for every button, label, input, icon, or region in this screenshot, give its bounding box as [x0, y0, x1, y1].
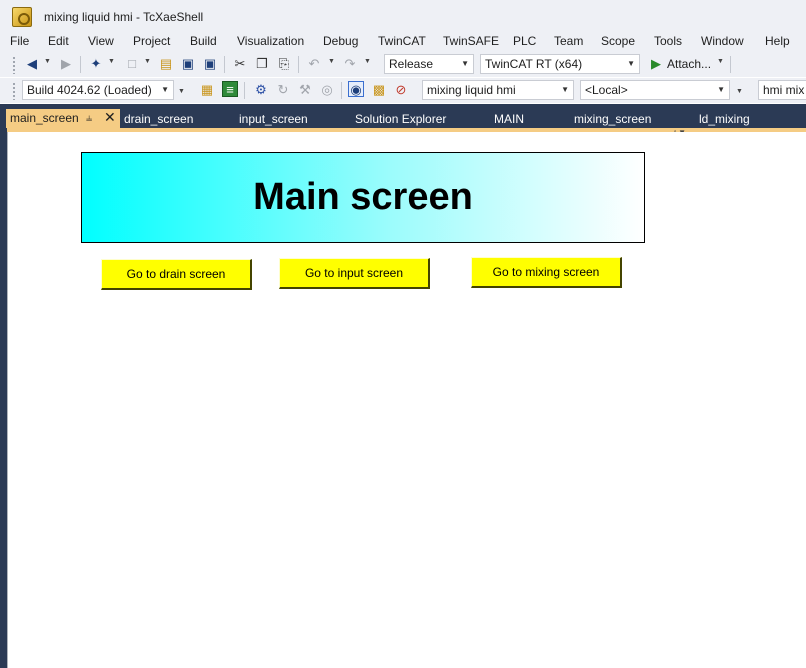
- platform-value: TwinCAT RT (x64): [485, 57, 583, 71]
- configuration-value: Release: [389, 57, 434, 71]
- chevron-down-icon[interactable]: ▼: [44, 58, 51, 65]
- chevron-down-icon[interactable]: ▼: [328, 58, 335, 65]
- toolbar-separator: [80, 56, 81, 73]
- target-select[interactable]: <Local> ▼: [580, 80, 730, 100]
- chevron-down-icon: ▼: [627, 59, 635, 68]
- menu-plc[interactable]: PLC: [513, 34, 536, 48]
- back-icon[interactable]: ◀: [24, 56, 40, 72]
- app-icon: [12, 7, 32, 27]
- menu-bar: File Edit View Project Build Visualizati…: [0, 32, 806, 52]
- menu-view[interactable]: View: [88, 34, 114, 48]
- toolbar-grip[interactable]: [12, 82, 16, 100]
- chevron-down-icon: ▼: [461, 59, 469, 68]
- menu-team[interactable]: Team: [554, 34, 583, 48]
- target-browser-icon[interactable]: ▦: [199, 82, 215, 98]
- target-value: <Local>: [585, 83, 628, 97]
- save-icon[interactable]: ▣: [180, 56, 196, 72]
- restart-twincat-icon[interactable]: ⚙: [253, 82, 269, 98]
- configuration-select[interactable]: Release ▼: [384, 54, 474, 74]
- plc-project-select[interactable]: hmi mix: [758, 80, 806, 100]
- chevron-down-icon[interactable]: ▼: [108, 58, 115, 65]
- copy-icon[interactable]: ❐: [254, 56, 270, 72]
- main-screen-banner: Main screen: [81, 152, 645, 243]
- toolbar-separator: [298, 56, 299, 73]
- play-icon[interactable]: ▶: [648, 56, 664, 72]
- twincat-toolbar: Build 4024.62 (Loaded) ▼ ▼ ▦ ≡ ⚙ ↻ ⚒ ◎ ◉…: [0, 78, 806, 103]
- plc-project-value: hmi mix: [763, 83, 805, 97]
- toolbar-overflow-icon[interactable]: ▼: [178, 88, 185, 95]
- attach-button[interactable]: Attach...: [667, 57, 711, 71]
- redo-icon[interactable]: ↷: [342, 56, 358, 72]
- menu-edit[interactable]: Edit: [48, 34, 69, 48]
- new-project-icon[interactable]: ✦: [88, 56, 104, 72]
- toolbar-grip[interactable]: [12, 56, 16, 74]
- left-frame: [0, 128, 7, 668]
- standard-toolbar: ◀ ▼ ▶ ✦ ▼ □ ▼ ▤ ▣ ▣ ✂ ❐ ⎘ ↶ ▼ ↷ ▼ Releas…: [0, 52, 806, 77]
- menu-build[interactable]: Build: [190, 34, 217, 48]
- build-value: Build 4024.62 (Loaded): [27, 83, 152, 97]
- menu-window[interactable]: Window: [701, 34, 744, 48]
- activate-configuration-icon[interactable]: ≡: [222, 81, 238, 97]
- toolbar-separator: [730, 56, 731, 73]
- save-all-icon[interactable]: ▣: [202, 56, 218, 72]
- cut-icon[interactable]: ✂: [232, 56, 248, 72]
- choose-target-icon[interactable]: ▩: [371, 82, 387, 98]
- chevron-down-icon[interactable]: ▼: [364, 58, 371, 65]
- paste-icon[interactable]: ⎘: [276, 56, 292, 72]
- build-select[interactable]: Build 4024.62 (Loaded) ▼: [22, 80, 174, 100]
- toolbar-separator: [224, 56, 225, 73]
- document-tab-strip: main_screen ⫨ ✕ drain_screen input_scree…: [0, 104, 806, 132]
- pin-icon[interactable]: ⫨: [86, 109, 92, 127]
- chevron-down-icon[interactable]: ▼: [717, 58, 724, 65]
- menu-file[interactable]: File: [10, 34, 29, 48]
- chevron-down-icon: ▼: [161, 85, 169, 94]
- undo-icon[interactable]: ↶: [306, 56, 322, 72]
- go-to-drain-screen-button[interactable]: Go to drain screen: [101, 259, 252, 290]
- title-bar: mixing liquid hmi - TcXaeShell: [0, 0, 806, 32]
- scan-icon[interactable]: ◎: [319, 82, 335, 98]
- menu-visualization[interactable]: Visualization: [237, 34, 304, 48]
- forward-icon[interactable]: ▶: [58, 56, 74, 72]
- toolbar-overflow-icon[interactable]: ▼: [736, 88, 743, 95]
- config-mode-icon[interactable]: ⚒: [297, 82, 313, 98]
- menu-scope[interactable]: Scope: [601, 34, 635, 48]
- tab-label: main_screen: [10, 111, 79, 125]
- page-title: Main screen: [253, 176, 473, 218]
- project-select[interactable]: mixing liquid hmi ▼: [422, 80, 574, 100]
- go-to-input-screen-button[interactable]: Go to input screen: [279, 258, 430, 289]
- menu-debug[interactable]: Debug: [323, 34, 358, 48]
- chevron-down-icon: ▼: [561, 85, 569, 94]
- menu-twinsafe[interactable]: TwinSAFE: [443, 34, 499, 48]
- chevron-down-icon[interactable]: ▼: [144, 58, 151, 65]
- show-hide-icon[interactable]: ⊘: [393, 82, 409, 98]
- menu-help[interactable]: Help: [765, 34, 790, 48]
- project-value: mixing liquid hmi: [427, 83, 516, 97]
- menu-tools[interactable]: Tools: [654, 34, 682, 48]
- add-item-icon[interactable]: □: [124, 56, 140, 72]
- reload-icon[interactable]: ↻: [275, 82, 291, 98]
- login-icon[interactable]: ◉: [348, 81, 364, 97]
- open-folder-icon[interactable]: ▤: [158, 56, 174, 72]
- menu-project[interactable]: Project: [133, 34, 170, 48]
- window-title: mixing liquid hmi - TcXaeShell: [44, 10, 204, 24]
- toolbar-separator: [244, 82, 245, 99]
- menu-twincat[interactable]: TwinCAT: [378, 34, 426, 48]
- go-to-mixing-screen-button[interactable]: Go to mixing screen: [471, 257, 622, 288]
- chevron-down-icon: ▼: [717, 85, 725, 94]
- platform-select[interactable]: TwinCAT RT (x64) ▼: [480, 54, 640, 74]
- close-icon[interactable]: ✕: [104, 108, 116, 126]
- toolbar-separator: [341, 82, 342, 99]
